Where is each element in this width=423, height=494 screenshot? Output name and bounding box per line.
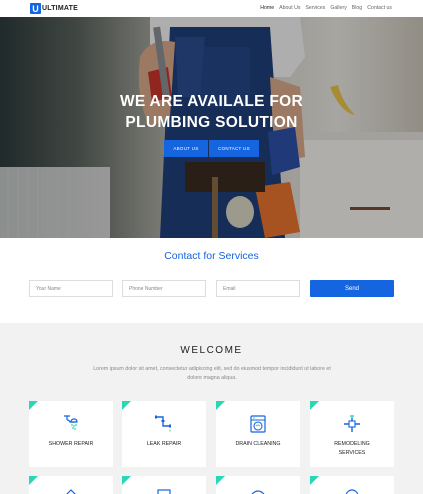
hero-title: WE ARE AVAILALE FOR PLUMBING SOLUTION xyxy=(0,91,423,133)
hero-title-line1: WE ARE AVAILALE FOR xyxy=(119,93,304,110)
tool-icon xyxy=(66,489,76,494)
nav-home[interactable]: Home xyxy=(260,5,274,11)
contact-us-button[interactable]: CONTACT US xyxy=(209,140,259,157)
pipe-valve-icon xyxy=(344,415,360,432)
nav-services[interactable]: Services xyxy=(305,5,325,11)
service-label: LEAK REPAIR xyxy=(146,441,182,447)
welcome-title: WELCOME xyxy=(180,345,243,356)
service-card-remodeling-services[interactable]: REMODELING SERVICES xyxy=(310,401,394,467)
phone-input[interactable]: Phone Number xyxy=(122,280,206,297)
service-card-shower-repair[interactable]: SHOWER REPAIR xyxy=(29,401,113,467)
hero-title-line2: PLUMBING SOLUTION xyxy=(125,114,298,131)
washing-machine-icon xyxy=(250,415,266,433)
gauge-icon xyxy=(345,489,359,494)
service-card-drain-cleaning[interactable]: DRAIN CLEANING xyxy=(216,401,300,467)
email-input[interactable]: Email xyxy=(216,280,300,297)
service-card-row2-4[interactable] xyxy=(310,476,394,494)
service-card-row2-2[interactable] xyxy=(122,476,206,494)
logo-text: ULTIMATE xyxy=(42,5,78,12)
logo-mark: U xyxy=(30,3,41,14)
service-label: SHOWER REPAIR xyxy=(48,441,94,447)
pipe-leak-icon xyxy=(155,415,171,432)
site-logo[interactable]: U ULTIMATE xyxy=(30,3,78,14)
welcome-text: Lorem ipsum dolor sit amet, consectetur … xyxy=(93,366,331,381)
nav-contact-us[interactable]: Contact us xyxy=(367,5,392,11)
send-button[interactable]: Send xyxy=(310,280,394,297)
toolbox-icon xyxy=(157,489,171,494)
hero-buttons: ABOUT US CONTACT US xyxy=(164,140,259,157)
nav-gallery[interactable]: Gallery xyxy=(330,5,346,11)
contact-title: Contact for Services xyxy=(164,250,259,262)
service-card-leak-repair[interactable]: LEAK REPAIR xyxy=(122,401,206,467)
hero-banner: WE ARE AVAILALE FOR PLUMBING SOLUTION AB… xyxy=(0,17,423,238)
faucet-icon xyxy=(251,490,265,494)
about-us-button[interactable]: ABOUT US xyxy=(164,140,208,157)
main-nav: Home About Us Services Gallery Blog Cont… xyxy=(260,5,392,11)
shower-icon xyxy=(64,415,78,430)
nav-blog[interactable]: Blog xyxy=(352,5,362,11)
nav-about-us[interactable]: About Us xyxy=(279,5,300,11)
service-label: DRAIN CLEANING xyxy=(235,441,281,447)
service-label: REMODELING SERVICES xyxy=(334,441,370,456)
name-input[interactable]: Your Name xyxy=(29,280,113,297)
site-header: U ULTIMATE Home About Us Services Galler… xyxy=(0,0,423,17)
service-card-row2-3[interactable] xyxy=(216,476,300,494)
service-card-row2-1[interactable] xyxy=(29,476,113,494)
